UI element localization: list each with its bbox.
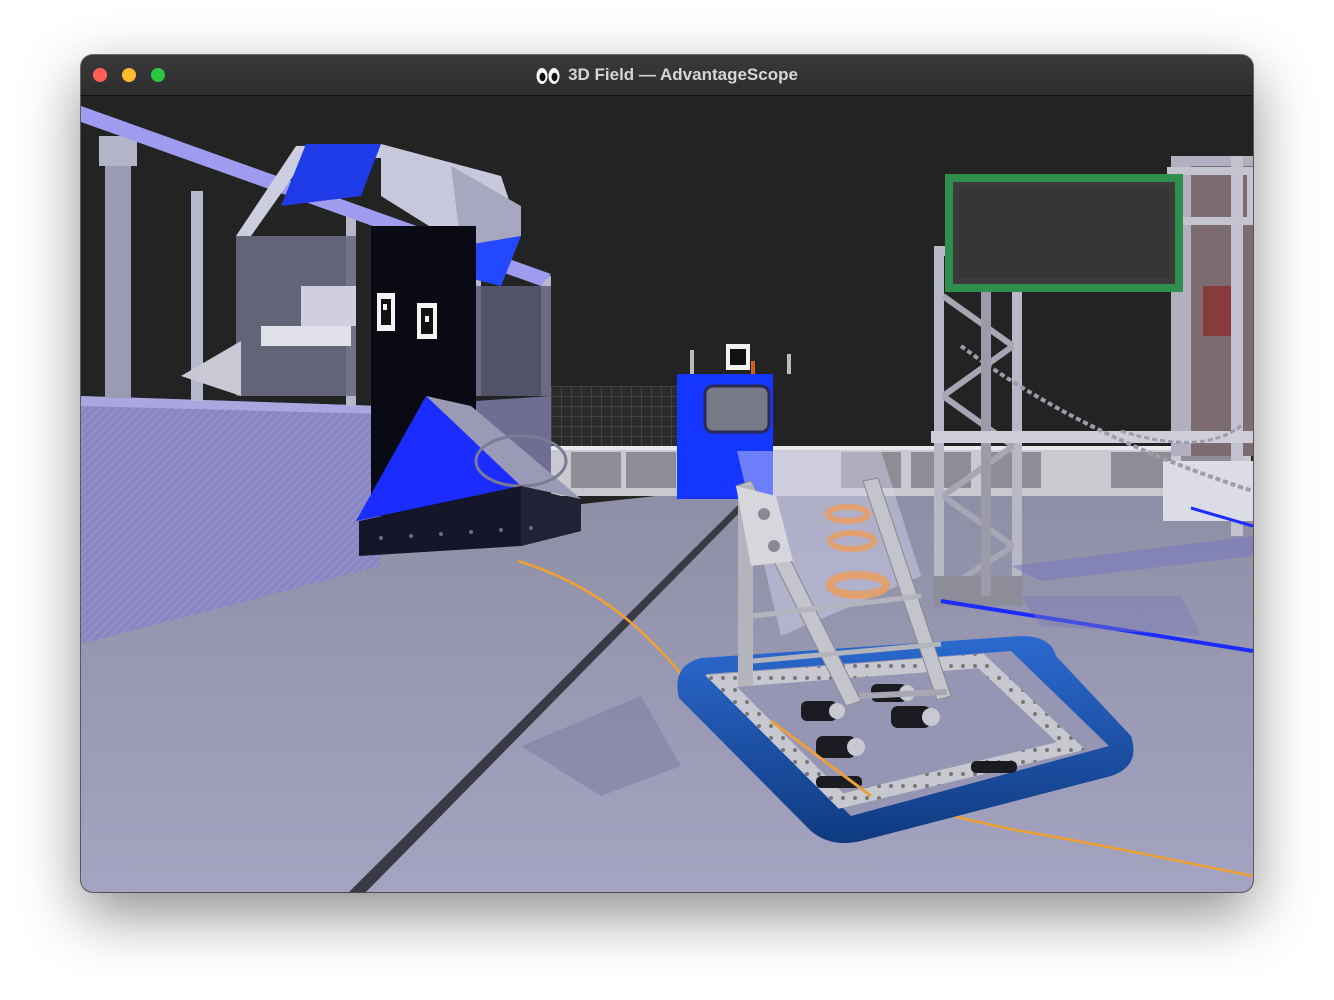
- window-title-text: 3D Field — AdvantageScope: [568, 65, 798, 84]
- 3d-field-viewport[interactable]: [81, 96, 1253, 892]
- apriltag-icon: [377, 293, 395, 331]
- app-window: 3D Field — AdvantageScope: [81, 55, 1253, 892]
- field-scene[interactable]: [81, 96, 1253, 892]
- eyes-icon: [536, 67, 560, 84]
- apriltag-icon: [417, 303, 437, 339]
- window-title: 3D Field — AdvantageScope: [81, 55, 1253, 95]
- title-bar[interactable]: 3D Field — AdvantageScope: [81, 55, 1253, 96]
